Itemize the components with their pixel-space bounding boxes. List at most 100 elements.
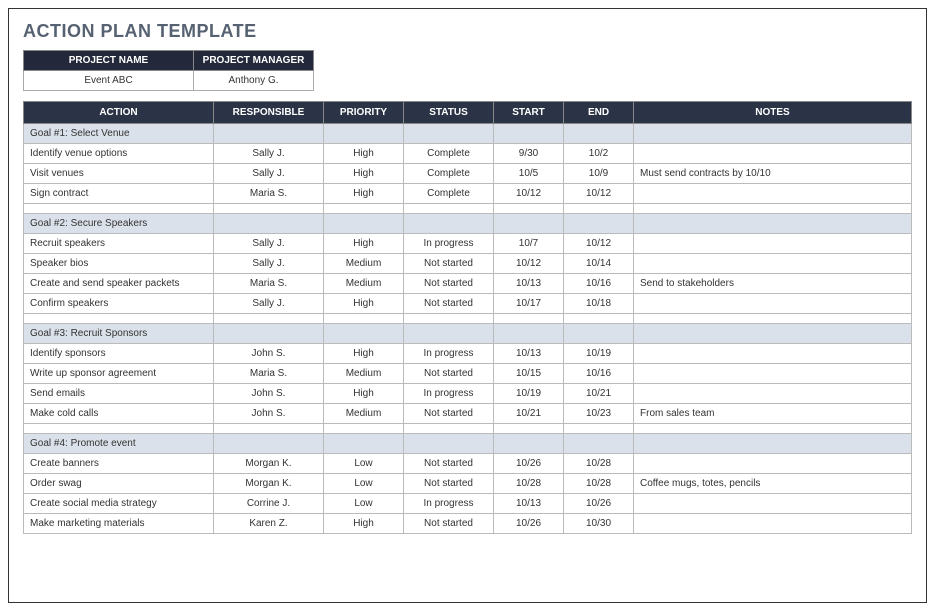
table-row: Confirm speakersSally J.HighNot started 1… (24, 294, 912, 314)
goal-row: Goal #3: Recruit Sponsors (24, 324, 912, 344)
cell-priority: Medium (324, 274, 404, 294)
col-action: ACTION (24, 102, 214, 124)
col-responsible: RESPONSIBLE (214, 102, 324, 124)
cell-end: 10/28 (564, 474, 634, 494)
table-row: Make cold callsJohn S.MediumNot started1… (24, 404, 912, 424)
table-row: Send emailsJohn S.HighIn progress10/1910… (24, 384, 912, 404)
table-row: Create bannersMorgan K.LowNot started 10/… (24, 454, 912, 474)
cell-start: 10/12 (494, 254, 564, 274)
cell-priority: Medium (324, 364, 404, 384)
cell-responsible: Maria S. (214, 274, 324, 294)
cell-notes (634, 344, 912, 364)
cell-notes (634, 294, 912, 314)
cell-priority: High (324, 144, 404, 164)
cell-start: 9/30 (494, 144, 564, 164)
cell-notes: Coffee mugs, totes, pencils (634, 474, 912, 494)
goal-empty-cell (404, 324, 494, 344)
table-row: Visit venuesSally J.HighComplete10/510/9… (24, 164, 912, 184)
spacer-row (24, 204, 912, 214)
cell-notes (634, 454, 912, 474)
goal-label: Goal #1: Select Venue (24, 124, 214, 144)
cell-status: Not started (404, 474, 494, 494)
cell-start: 10/12 (494, 184, 564, 204)
col-priority: PRIORITY (324, 102, 404, 124)
table-row: Sign contractMaria S.HighComplete10/1210… (24, 184, 912, 204)
spacer-cell (404, 204, 494, 214)
spacer-cell (324, 204, 404, 214)
goal-label: Goal #4: Promote event (24, 434, 214, 454)
cell-priority: High (324, 234, 404, 254)
spacer-cell (564, 204, 634, 214)
action-plan-table: ACTION RESPONSIBLE PRIORITY STATUS START… (23, 101, 912, 534)
meta-header-project-name: PROJECT NAME (24, 51, 194, 71)
spacer-cell (214, 204, 324, 214)
cell-status: Not started (404, 294, 494, 314)
goal-empty-cell (634, 214, 912, 234)
cell-action: Confirm speakers (24, 294, 214, 314)
cell-action: Send emails (24, 384, 214, 404)
cell-priority: Medium (324, 254, 404, 274)
cell-action: Create social media strategy (24, 494, 214, 514)
spacer-cell (214, 424, 324, 434)
cell-priority: High (324, 164, 404, 184)
spacer-row (24, 314, 912, 324)
cell-notes (634, 514, 912, 534)
goal-empty-cell (404, 434, 494, 454)
goal-empty-cell (634, 124, 912, 144)
table-row: Speaker biosSally J.MediumNot started10/… (24, 254, 912, 274)
cell-responsible: Maria S. (214, 184, 324, 204)
cell-responsible: John S. (214, 404, 324, 424)
cell-action: Create and send speaker packets (24, 274, 214, 294)
cell-notes: Send to stakeholders (634, 274, 912, 294)
cell-start: 10/15 (494, 364, 564, 384)
spacer-cell (634, 314, 912, 324)
cell-start: 10/26 (494, 514, 564, 534)
goal-empty-cell (564, 324, 634, 344)
cell-status: Complete (404, 144, 494, 164)
cell-end: 10/18 (564, 294, 634, 314)
cell-notes: Must send contracts by 10/10 (634, 164, 912, 184)
cell-priority: Low (324, 454, 404, 474)
goal-empty-cell (564, 214, 634, 234)
cell-status: Not started (404, 454, 494, 474)
cell-priority: High (324, 294, 404, 314)
cell-responsible: Morgan K. (214, 454, 324, 474)
cell-action: Identify sponsors (24, 344, 214, 364)
table-row: Identify sponsorsJohn S.HighIn progress1… (24, 344, 912, 364)
table-header-row: ACTION RESPONSIBLE PRIORITY STATUS START… (24, 102, 912, 124)
cell-start: 10/13 (494, 274, 564, 294)
goal-empty-cell (494, 434, 564, 454)
cell-responsible: John S. (214, 344, 324, 364)
goal-empty-cell (404, 214, 494, 234)
cell-action: Sign contract (24, 184, 214, 204)
cell-notes: From sales team (634, 404, 912, 424)
cell-priority: High (324, 184, 404, 204)
goal-empty-cell (214, 124, 324, 144)
cell-status: Not started (404, 364, 494, 384)
cell-responsible: Sally J. (214, 164, 324, 184)
cell-end: 10/23 (564, 404, 634, 424)
cell-start: 10/7 (494, 234, 564, 254)
cell-notes (634, 184, 912, 204)
cell-start: 10/28 (494, 474, 564, 494)
cell-status: In progress (404, 344, 494, 364)
table-row: Recruit speakersSally J.HighIn progress1… (24, 234, 912, 254)
cell-action: Recruit speakers (24, 234, 214, 254)
document-title: ACTION PLAN TEMPLATE (23, 21, 912, 42)
cell-end: 10/12 (564, 234, 634, 254)
spacer-cell (324, 314, 404, 324)
spacer-cell (494, 314, 564, 324)
meta-header-row: PROJECT NAME PROJECT MANAGER (24, 51, 314, 71)
cell-priority: Medium (324, 404, 404, 424)
cell-end: 10/28 (564, 454, 634, 474)
cell-action: Order swag (24, 474, 214, 494)
cell-responsible: Sally J. (214, 294, 324, 314)
cell-action: Identify venue options (24, 144, 214, 164)
cell-status: Not started (404, 404, 494, 424)
cell-priority: High (324, 514, 404, 534)
cell-action: Create banners (24, 454, 214, 474)
goal-empty-cell (324, 324, 404, 344)
goal-row: Goal #2: Secure Speakers (24, 214, 912, 234)
spacer-cell (24, 424, 214, 434)
spacer-cell (564, 424, 634, 434)
